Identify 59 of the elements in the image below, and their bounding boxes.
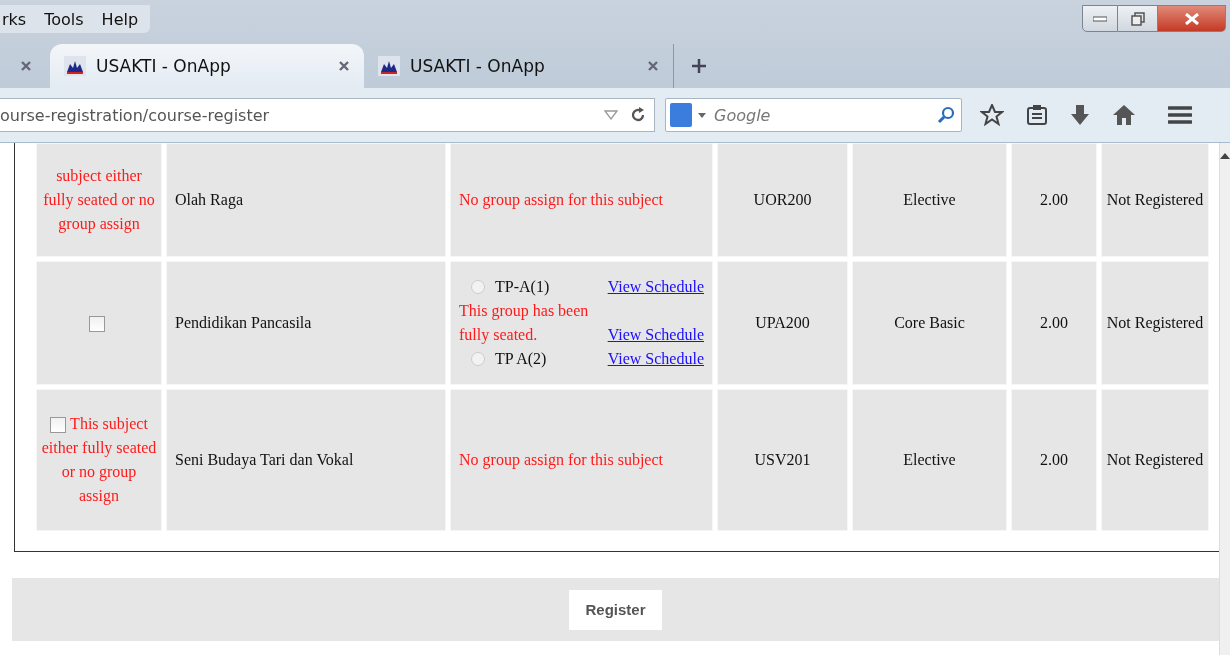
restore-icon — [1130, 11, 1145, 26]
category-cell: Elective — [852, 143, 1007, 257]
browser-tab[interactable]: USAKTI - OnApp — [50, 44, 364, 88]
close-icon[interactable] — [20, 60, 32, 72]
crown-logo-icon — [378, 56, 400, 76]
radio-button[interactable] — [471, 352, 485, 366]
radio-button[interactable] — [471, 280, 485, 294]
group-label: TP-A(1) — [495, 277, 550, 298]
menu-icon[interactable] — [1168, 105, 1192, 125]
star-icon[interactable] — [980, 104, 1004, 126]
status-cell: Not Registered — [1101, 389, 1209, 531]
subject-cell: Pendidikan Pancasila — [166, 261, 446, 385]
download-icon[interactable] — [1070, 104, 1090, 126]
menu-item[interactable]: Tools — [42, 9, 86, 29]
code-cell: USV201 — [717, 389, 848, 531]
message-text: No group assign for this subject — [459, 191, 663, 208]
clipboard-icon[interactable] — [1026, 104, 1048, 126]
credit-cell: 2.00 — [1011, 389, 1097, 531]
subject-cell: Olah Raga — [166, 143, 446, 257]
address-bar[interactable]: ourse-registration/course-register — [0, 98, 655, 132]
dropdown-icon[interactable] — [604, 110, 618, 120]
code-cell: UOR200 — [717, 143, 848, 257]
scroll-up-icon[interactable] — [1220, 153, 1230, 159]
reload-icon[interactable] — [630, 107, 646, 123]
group-label: TP A(2) — [495, 349, 547, 370]
message-text: No group assign for this subject — [459, 451, 663, 468]
view-schedule-link[interactable]: View Schedule — [607, 275, 704, 299]
checkbox[interactable] — [50, 417, 67, 434]
close-icon — [1184, 12, 1199, 25]
crown-logo-icon — [64, 56, 86, 76]
close-button[interactable] — [1158, 5, 1226, 32]
status-cell: Not Registered — [1101, 261, 1209, 385]
view-schedule-link[interactable]: View Schedule — [607, 347, 704, 371]
warning-text: subject either fully seated or no group assign — [42, 166, 156, 235]
new-tab-icon[interactable] — [691, 58, 707, 74]
subject-cell: Seni Budaya Tari dan Vokal — [166, 389, 446, 531]
restore-button[interactable] — [1118, 5, 1158, 32]
credit-cell: 2.00 — [1011, 261, 1097, 385]
code-cell: UPA200 — [717, 261, 848, 385]
credit-cell: 2.00 — [1011, 143, 1097, 257]
register-button[interactable]: Register — [569, 589, 662, 630]
menu-item[interactable]: Help — [99, 9, 141, 29]
search-box[interactable]: Google — [665, 98, 962, 132]
home-icon[interactable] — [1112, 104, 1136, 126]
minimize-icon — [1093, 15, 1107, 22]
category-cell: Core Basic — [852, 261, 1007, 385]
search-field[interactable]: Google — [712, 104, 931, 126]
close-icon[interactable] — [647, 60, 659, 72]
checkbox[interactable] — [89, 316, 105, 333]
menu-item[interactable]: rks — [0, 9, 29, 29]
warning-text: This subject either fully seated or no group assign — [41, 414, 157, 507]
caret-icon[interactable] — [698, 112, 706, 118]
close-icon[interactable] — [338, 60, 350, 72]
search-icon[interactable] — [937, 106, 955, 124]
minimize-button[interactable] — [1082, 5, 1118, 32]
status-cell: Not Registered — [1101, 143, 1209, 257]
category-cell: Elective — [852, 389, 1007, 531]
view-schedule-link[interactable]: View Schedule — [607, 323, 704, 347]
full-message-text: This group has been fully seated. — [459, 301, 590, 346]
